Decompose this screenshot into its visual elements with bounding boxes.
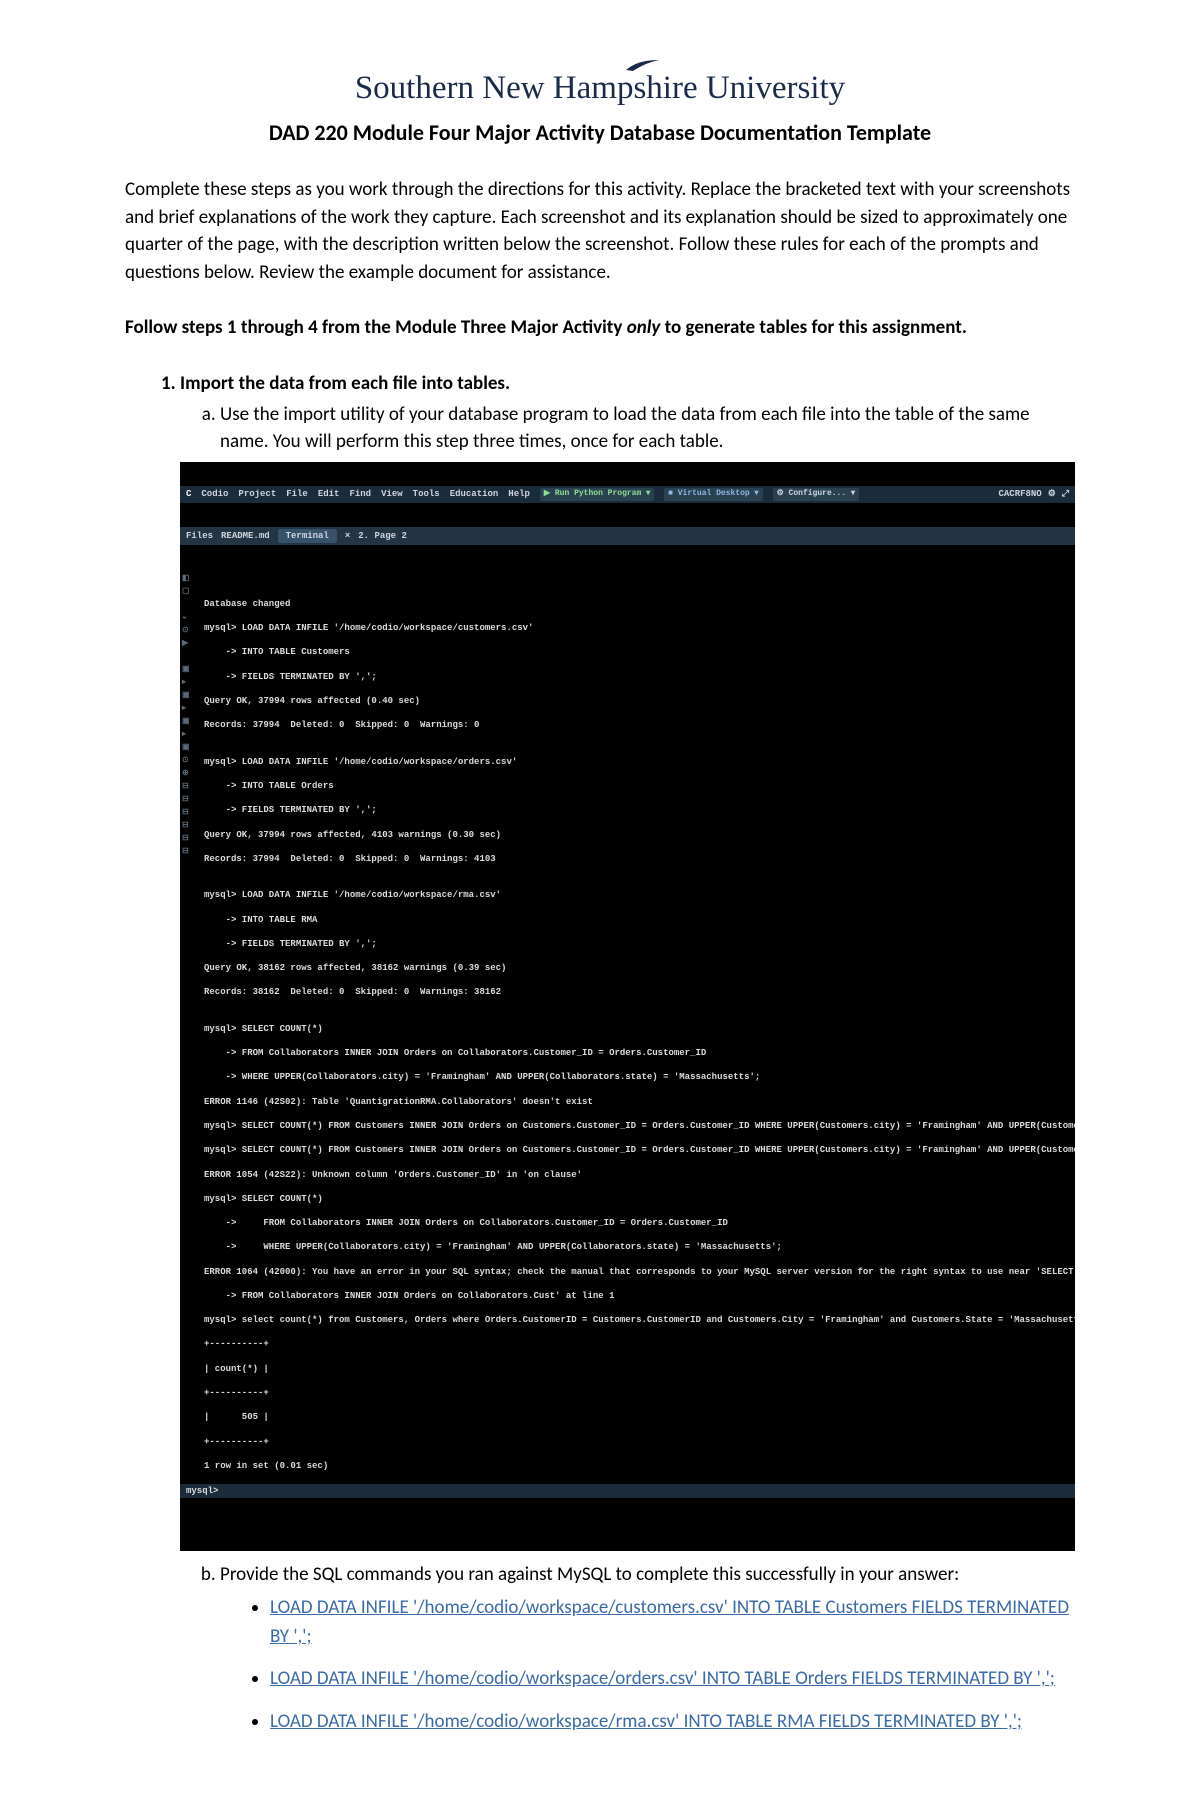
step-1-sublist-b: Provide the SQL commands you ran against… xyxy=(180,1561,1075,1737)
menu-find: Find xyxy=(349,488,371,500)
page-title: DAD 220 Module Four Major Activity Datab… xyxy=(125,119,1075,146)
term-line: -> FIELDS TERMINATED BY ','; xyxy=(204,938,1055,950)
term-line: mysql> LOAD DATA INFILE '/home/codio/wor… xyxy=(204,622,1055,634)
run-pill: ▶ Run Python Program ▾ xyxy=(540,488,654,501)
term-line: Query OK, 37994 rows affected, 4103 warn… xyxy=(204,829,1055,841)
expand-icon: ⤢ xyxy=(1062,488,1069,500)
term-line: -> FIELDS TERMINATED BY ','; xyxy=(204,804,1055,816)
term-line: mysql> SELECT COUNT(*) FROM Customers IN… xyxy=(204,1144,1055,1156)
menu-project: Project xyxy=(238,488,276,500)
configure-pill: ⚙ Configure... ▾ xyxy=(773,488,859,501)
menu-tools: Tools xyxy=(413,488,440,500)
term-line: +----------+ xyxy=(204,1387,1055,1399)
menu-help: Help xyxy=(508,488,530,500)
sql-commands-list: LOAD DATA INFILE '/home/codio/workspace/… xyxy=(220,1594,1075,1736)
university-logo: Southern New Hampshire University xyxy=(125,70,1075,107)
terminal-tab: Terminal xyxy=(278,529,337,543)
term-line: Query OK, 37994 rows affected (0.40 sec) xyxy=(204,695,1055,707)
brand-icon: C xyxy=(186,488,191,500)
terminal-body: ◧▢◒⊙▶▣▸▣▸▣▸▣⊙⊕⊟⊟⊟⊟⊟⊟ Database changed my… xyxy=(180,570,1075,1527)
term-line: Records: 38162 Deleted: 0 Skipped: 0 War… xyxy=(204,986,1055,998)
settings-icon: ⚙ xyxy=(1048,488,1056,500)
term-line: -> INTO TABLE Customers xyxy=(204,646,1055,658)
term-line: -> WHERE UPPER(Collaborators.city) = 'Fr… xyxy=(204,1071,1055,1083)
menu-file: File xyxy=(286,488,308,500)
instructions-paragraph: Follow steps 1 through 4 from the Module… xyxy=(125,314,1075,342)
term-line: Records: 37994 Deleted: 0 Skipped: 0 War… xyxy=(204,719,1055,731)
terminal-topbar: C Codio Project File Edit Find View Tool… xyxy=(180,486,1075,503)
term-line: | 505 | xyxy=(204,1411,1055,1423)
term-line: -> FROM Collaborators INNER JOIN Orders … xyxy=(204,1290,1055,1302)
term-line: -> FROM Collaborators INNER JOIN Orders … xyxy=(204,1217,1055,1229)
term-line: ERROR 1054 (42S22): Unknown column 'Orde… xyxy=(204,1169,1055,1181)
term-line: mysql> SELECT COUNT(*) FROM Customers IN… xyxy=(204,1120,1055,1132)
term-line: 1 row in set (0.01 sec) xyxy=(204,1460,1055,1472)
term-line: ERROR 1064 (42000): You have an error in… xyxy=(204,1266,1055,1278)
sql-item-2: LOAD DATA INFILE '/home/codio/workspace/… xyxy=(270,1665,1075,1694)
user-label: CACRF8NO xyxy=(999,488,1042,500)
menu-view: View xyxy=(381,488,403,500)
term-line: -> FROM Collaborators INNER JOIN Orders … xyxy=(204,1047,1055,1059)
sql-item-3: LOAD DATA INFILE '/home/codio/workspace/… xyxy=(270,1708,1075,1737)
terminal-screenshot: C Codio Project File Edit Find View Tool… xyxy=(180,462,1075,1551)
intro-paragraph: Complete these steps as you work through… xyxy=(125,176,1075,286)
term-line: mysql> LOAD DATA INFILE '/home/codio/wor… xyxy=(204,889,1055,901)
term-line: +----------+ xyxy=(204,1436,1055,1448)
step-1-sublist: Use the import utility of your database … xyxy=(180,401,1075,456)
step-1b: Provide the SQL commands you ran against… xyxy=(220,1561,1075,1737)
main-ordered-list: Import the data from each file into tabl… xyxy=(125,372,1075,1737)
sql-link-1[interactable]: LOAD DATA INFILE '/home/codio/workspace/… xyxy=(270,1596,1069,1648)
term-line: -> FIELDS TERMINATED BY ','; xyxy=(204,671,1055,683)
menu-edit: Edit xyxy=(318,488,340,500)
files-label: Files xyxy=(186,530,213,542)
term-line: Query OK, 38162 rows affected, 38162 war… xyxy=(204,962,1055,974)
term-line: Records: 37994 Deleted: 0 Skipped: 0 War… xyxy=(204,853,1055,865)
term-line: | count(*) | xyxy=(204,1363,1055,1375)
term-line: -> INTO TABLE RMA xyxy=(204,914,1055,926)
menu-codio: Codio xyxy=(201,488,228,500)
step-1: Import the data from each file into tabl… xyxy=(180,372,1075,1737)
page-label: 2. Page 2 xyxy=(358,530,407,542)
sql-link-3[interactable]: LOAD DATA INFILE '/home/codio/workspace/… xyxy=(270,1710,1022,1733)
step-1a: Use the import utility of your database … xyxy=(220,401,1075,456)
term-line: -> INTO TABLE Orders xyxy=(204,780,1055,792)
term-line: Database changed xyxy=(204,598,1055,610)
tab-close-icon: × xyxy=(345,530,350,542)
sql-link-2[interactable]: LOAD DATA INFILE '/home/codio/workspace/… xyxy=(270,1667,1055,1690)
terminal-gutter-icons: ◧▢◒⊙▶▣▸▣▸▣▸▣⊙⊕⊟⊟⊟⊟⊟⊟ xyxy=(182,574,196,857)
term-line: -> WHERE UPPER(Collaborators.city) = 'Fr… xyxy=(204,1241,1055,1253)
term-line: +----------+ xyxy=(204,1338,1055,1350)
logo-text: Southern New Hampshire University xyxy=(355,70,845,107)
readme-tab: README.md xyxy=(221,530,270,542)
term-line: mysql> SELECT COUNT(*) xyxy=(204,1193,1055,1205)
term-line: mysql> LOAD DATA INFILE '/home/codio/wor… xyxy=(204,756,1055,768)
term-line: mysql> SELECT COUNT(*) xyxy=(204,1023,1055,1035)
sql-item-1: LOAD DATA INFILE '/home/codio/workspace/… xyxy=(270,1594,1075,1651)
menu-education: Education xyxy=(450,488,499,500)
term-prompt: mysql> xyxy=(180,1484,1075,1498)
terminal-secondbar: Files README.md Terminal × 2. Page 2 xyxy=(180,527,1075,545)
term-line: ERROR 1146 (42S02): Table 'Quantigration… xyxy=(204,1096,1055,1108)
feather-icon xyxy=(625,58,660,72)
term-line: mysql> select count(*) from Customers, O… xyxy=(204,1314,1055,1326)
step-1-heading: Import the data from each file into tabl… xyxy=(180,372,510,395)
desktop-pill: ■ Virtual Desktop ▾ xyxy=(664,488,762,501)
